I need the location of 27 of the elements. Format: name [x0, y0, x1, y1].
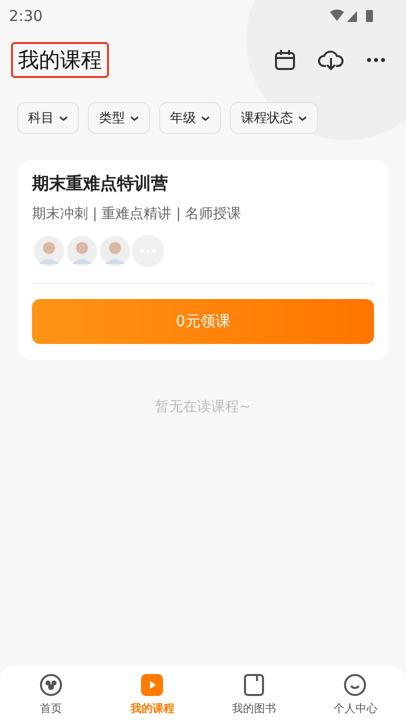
- status-time: 2:30: [9, 7, 43, 25]
- tab[interactable]: 首页: [0, 666, 102, 722]
- filter-dropdown[interactable]: 课程状态: [230, 102, 318, 134]
- avatar-icon: [32, 234, 66, 268]
- play-icon: [140, 672, 164, 696]
- course-title: 期末重难点特训营: [32, 173, 169, 195]
- tab[interactable]: 我的图书: [203, 666, 304, 722]
- smile-icon: [343, 672, 368, 696]
- calendar-icon[interactable]: [274, 49, 296, 71]
- avatar-icon: [98, 234, 132, 268]
- chevron-down-icon: [298, 116, 307, 120]
- chevron-down-icon: [59, 116, 68, 120]
- course-subtitle: 期末冲刺 | 重难点精讲 | 名师授课: [32, 205, 242, 223]
- chevron-down-icon: [130, 116, 139, 120]
- filter-dropdown[interactable]: 年级: [159, 102, 221, 134]
- book-icon: [242, 672, 266, 696]
- home-icon: [38, 672, 63, 696]
- chevron-down-icon: [201, 116, 210, 120]
- cloud-download-icon[interactable]: [318, 49, 344, 71]
- avatar-icon: [65, 234, 99, 268]
- status-icons: [330, 9, 376, 23]
- page-title: 我的课程: [11, 42, 109, 78]
- more-icon[interactable]: [366, 57, 386, 63]
- empty-hint: 暂无在读课程~: [155, 398, 251, 416]
- tab[interactable]: 个人中心: [304, 666, 406, 722]
- filter-dropdown[interactable]: 类型: [88, 102, 150, 134]
- filter-dropdown[interactable]: 科目: [17, 102, 79, 134]
